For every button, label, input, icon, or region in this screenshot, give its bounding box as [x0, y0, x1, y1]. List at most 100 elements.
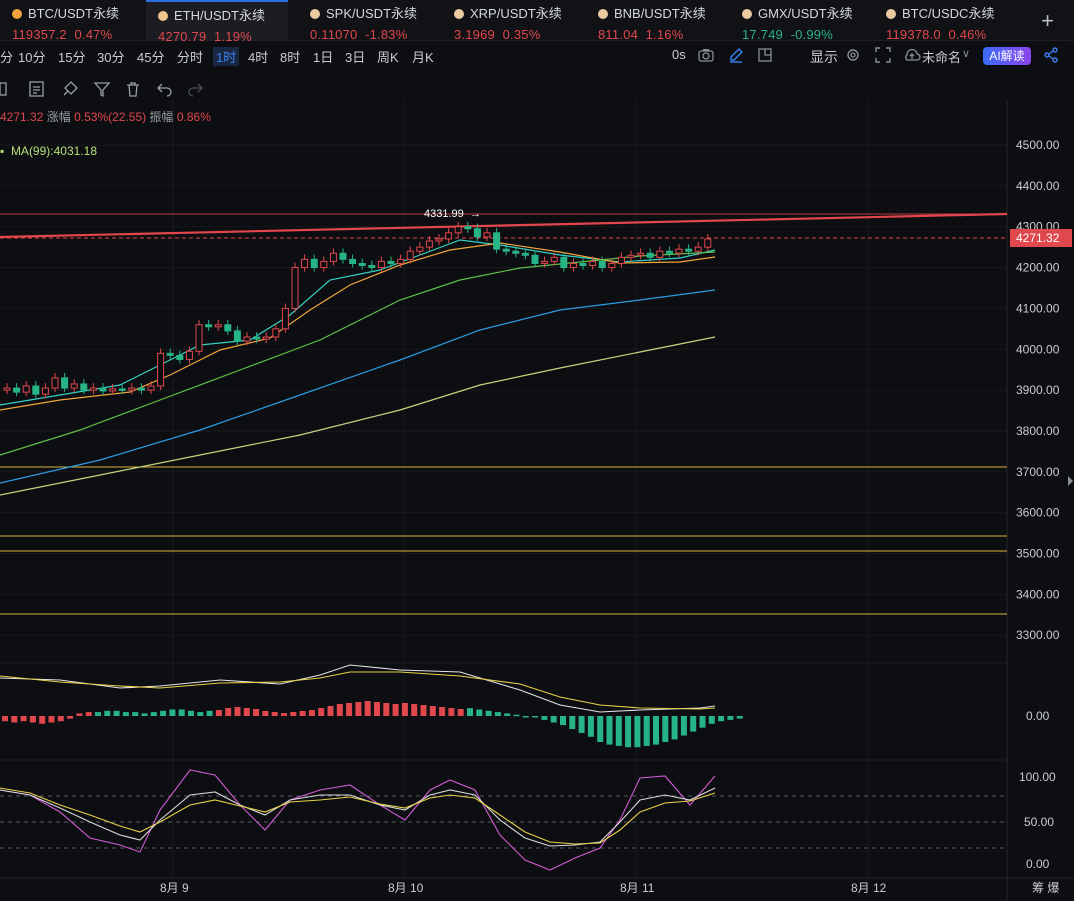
fullscreen-icon[interactable]: [875, 47, 891, 63]
filter-icon[interactable]: [93, 80, 111, 98]
macd-bar: [625, 716, 632, 748]
kdj-axis-0: 0.00: [1026, 857, 1050, 871]
macd-axis-zero: 0.00: [1026, 709, 1050, 723]
gmx-coin-icon: [742, 9, 752, 19]
candle-up: [445, 232, 453, 240]
candle-up: [195, 324, 203, 352]
macd-bar: [104, 710, 111, 716]
candle-down: [579, 262, 587, 267]
candle-up: [262, 336, 270, 340]
macd-bar: [467, 708, 473, 716]
macd-bar: [132, 712, 139, 716]
macd-bar: [355, 702, 362, 716]
price-axis-label: 3800.00: [1016, 424, 1060, 438]
timeframe-toolbar: 分 10分 15分 30分 45分 分时 1时 4时 8时 1日 3日 周K 月…: [0, 41, 1074, 71]
ticker-tab-eth-usdt[interactable]: ETH/USDT永续 4270.79 1.19%: [146, 0, 288, 44]
timeframe-4h[interactable]: 4时: [248, 47, 268, 66]
candle-up: [425, 240, 433, 248]
timeframe-1d[interactable]: 1日: [313, 47, 333, 66]
macd-bar: [690, 716, 697, 732]
timeframe-8h[interactable]: 8时: [280, 47, 300, 66]
redo-icon[interactable]: [186, 80, 204, 98]
indicator-icon[interactable]: [0, 81, 10, 97]
macd-bar: [485, 710, 492, 716]
ticker-price: 119378.0: [886, 27, 941, 42]
macd-bar: [113, 710, 120, 716]
macd-bar: [281, 713, 287, 716]
candle-up: [637, 252, 645, 256]
macd-bar: [150, 712, 157, 716]
layout-name-dropdown[interactable]: 未命名: [922, 47, 961, 66]
candle-down: [80, 383, 88, 391]
candle-down: [560, 256, 568, 269]
current-price-tag-bg: [1010, 229, 1072, 247]
info-amplitude-label: 振幅: [149, 110, 174, 124]
ticker-tab-bnb-usdt[interactable]: BNB/USDT永续 811.04 1.16%: [586, 0, 728, 42]
drawing-tool-icon[interactable]: [61, 80, 79, 98]
share-icon[interactable]: [1043, 47, 1059, 63]
candle-up: [22, 385, 30, 393]
scroll-right-arrow-icon[interactable]: [1068, 476, 1073, 486]
macd-bar: [169, 709, 176, 716]
timeframe-10m[interactable]: 10分: [18, 47, 45, 66]
candle-down: [32, 385, 40, 395]
trend-line[interactable]: [0, 212, 1008, 239]
macd-bar: [271, 712, 278, 716]
chevron-down-icon[interactable]: ∨: [962, 47, 970, 60]
timeframe-week[interactable]: 周K: [377, 47, 399, 66]
macd-bar: [541, 716, 548, 720]
ai-analysis-button[interactable]: AI解读: [983, 47, 1031, 65]
timeframe-month[interactable]: 月K: [412, 47, 434, 66]
info-change-value: 0.53%(22.55): [74, 110, 147, 124]
candle-down: [598, 260, 606, 269]
candle-down: [99, 387, 107, 392]
price-axis-label: 4000.00: [1016, 342, 1060, 356]
camera-icon[interactable]: [698, 48, 714, 62]
ticker-tab-btc-usdt[interactable]: BTC/USDT永续 119357.2 0.47%: [0, 0, 142, 42]
display-settings-label[interactable]: 显示: [810, 47, 838, 67]
ma-line-long: [0, 289, 716, 484]
ticker-symbol: ETH/USDT永续: [174, 8, 266, 23]
price-chart[interactable]: 4331.99 → 4500.00 4400.00 4300.00 4200.00 41…: [0, 0, 1074, 901]
trash-icon[interactable]: [124, 80, 142, 98]
gear-icon[interactable]: [845, 47, 861, 63]
ticker-bar: BTC/USDT永续 119357.2 0.47% ETH/USDT永续 427…: [0, 0, 1074, 44]
timeframe-45m[interactable]: 45分: [137, 47, 164, 66]
timeframe-timeshare[interactable]: 分时: [177, 47, 203, 66]
add-tab-plus-icon[interactable]: +: [1041, 8, 1054, 34]
corner-label: 筹 爆: [1032, 881, 1059, 895]
ticker-symbol: GMX/USDT永续: [758, 6, 853, 21]
timeframe-3d[interactable]: 3日: [345, 47, 365, 66]
cloud-upload-icon[interactable]: [903, 47, 921, 63]
macd-bar: [197, 712, 204, 716]
macd-bar: [318, 708, 325, 716]
macd-bar: [411, 704, 418, 716]
candle-down: [493, 232, 501, 250]
macd-bar: [225, 708, 232, 716]
timeframe-15m[interactable]: 15分: [58, 47, 85, 66]
info-amplitude-value: 0.86%: [176, 110, 211, 124]
price-axis: 4500.00 4400.00 4300.00 4200.00 4100.00 4000.…: [1016, 138, 1060, 642]
macd-bar: [141, 713, 148, 716]
ma-line-fast: [0, 239, 716, 406]
ticker-price: 119357.2: [12, 27, 67, 42]
ticker-tab-btc-usdc[interactable]: BTC/USDC永续 119378.0 0.46%: [874, 0, 1016, 42]
timeframe-1h[interactable]: 1时: [213, 47, 240, 66]
timeframe-1m[interactable]: 分: [0, 47, 13, 66]
macd-dea-line: [0, 671, 716, 710]
timeframe-30m[interactable]: 30分: [97, 47, 124, 66]
ticker-tab-spk-usdt[interactable]: SPK/USDT永续 0.11070 -1.83%: [298, 0, 440, 42]
template-icon[interactable]: [28, 80, 46, 98]
macd-bar: [718, 716, 725, 722]
ticker-tab-gmx-usdt[interactable]: GMX/USDT永续 17.749 -0.99%: [730, 0, 872, 42]
undo-icon[interactable]: [156, 80, 174, 98]
candle-down: [61, 377, 69, 389]
ticker-tab-xrp-usdt[interactable]: XRP/USDT永续 3.1969 0.35%: [442, 0, 584, 42]
date-label-aug9: 8月 9: [160, 881, 189, 895]
pencil-icon[interactable]: [728, 47, 744, 63]
expand-window-icon[interactable]: [757, 47, 773, 63]
candle-down: [685, 248, 693, 252]
price-axis-label: 3900.00: [1016, 383, 1060, 397]
candle-up: [377, 260, 385, 269]
macd-bar: [504, 713, 511, 716]
